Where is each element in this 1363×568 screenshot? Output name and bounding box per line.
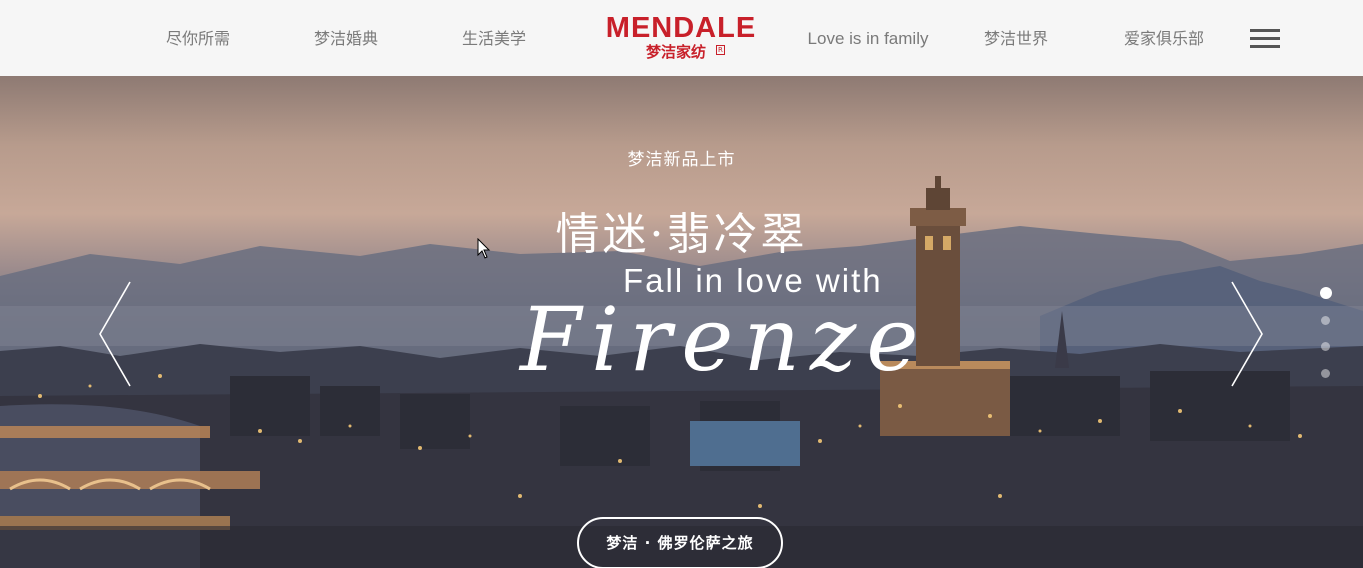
chevron-right-icon[interactable]	[1226, 280, 1266, 388]
logo-chinese-name: 梦洁家纺	[646, 43, 707, 61]
mouse-cursor-icon	[477, 237, 491, 264]
hero-subtitle: 梦洁新品上市	[627, 150, 736, 170]
logo-wordmark: MENDALE	[605, 12, 757, 44]
hamburger-icon[interactable]	[1250, 27, 1282, 51]
hero-title: 情迷·翡冷翠	[555, 209, 808, 260]
nav-link-world[interactable]: 梦洁世界	[968, 27, 1064, 51]
nav-link-club[interactable]: 爱家俱乐部	[1114, 27, 1214, 51]
nav-link-lifestyle[interactable]: 生活美学	[446, 27, 542, 51]
hero-banner: 梦洁新品上市 情迷·翡冷翠 Fall in love with Firenze …	[0, 76, 1363, 568]
cta-button[interactable]: 梦洁 · 佛罗伦萨之旅	[577, 517, 783, 568]
nav-link-wedding[interactable]: 梦洁婚典	[298, 27, 394, 51]
site-header: 尽你所需 梦洁婚典 生活美学 MENDALE 梦洁家纺 R Love is in…	[0, 0, 1363, 76]
nav-link-needs[interactable]: 尽你所需	[150, 27, 246, 51]
brand-logo[interactable]: MENDALE 梦洁家纺 R	[598, 12, 764, 64]
chevron-left-icon[interactable]	[96, 280, 136, 388]
hero-script-word: Firenze	[520, 288, 929, 391]
registered-mark: R	[716, 45, 725, 55]
nav-link-love-family[interactable]: Love is in family	[798, 27, 938, 51]
slide-dot-2[interactable]	[1321, 316, 1330, 325]
slide-dot-4[interactable]	[1321, 369, 1330, 378]
slide-dot-3[interactable]	[1321, 342, 1330, 351]
slide-dot-1[interactable]	[1320, 287, 1332, 299]
